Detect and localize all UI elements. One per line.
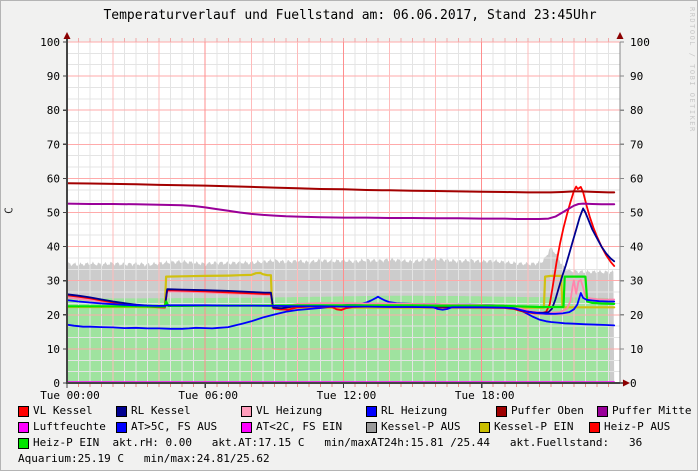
legend-label: Puffer Mitte (612, 405, 691, 417)
legend-swatch-icon (241, 406, 252, 417)
legend-swatch-icon (366, 406, 377, 417)
legend-label: Heiz-P AUS (604, 421, 670, 433)
legend-label: Luftfeuchte (33, 421, 106, 433)
legend-label: Kessel-P AUS (381, 421, 460, 433)
legend-label: Kessel-P EIN (494, 421, 573, 433)
legend-label: AT<2C, FS EIN (256, 421, 342, 433)
legend-row3-stats: Heiz-P EIN akt.rH: 0.00 akt.AT:17.15 C m… (33, 437, 642, 449)
legend-swatch-icon (116, 422, 127, 433)
legend-swatch-icon (18, 422, 29, 433)
legend-swatch-icon (597, 406, 608, 417)
legend-label: VL Kessel (33, 405, 93, 417)
legend-swatch-icon (479, 422, 490, 433)
legend-swatch-icon (18, 406, 29, 417)
legend-swatch-icon (241, 422, 252, 433)
legend-swatch-icon (18, 438, 29, 449)
legend-label: AT>5C, FS AUS (131, 421, 217, 433)
legend-swatch-icon (589, 422, 600, 433)
legend-label: Puffer Oben (511, 405, 584, 417)
rrd-graph-image: Temperaturverlauf und Fuellstand am: 06.… (0, 0, 698, 471)
legend-swatch-icon (366, 422, 377, 433)
legend-swatch-icon (496, 406, 507, 417)
legend-row4-aquarium-stats: Aquarium:25.19 C min/max:24.81/25.62 (18, 453, 270, 465)
legend-label: VL Heizung (256, 405, 322, 417)
legend-swatch-icon (116, 406, 127, 417)
legend-label: RL Heizung (381, 405, 447, 417)
legend-label: RL Kessel (131, 405, 191, 417)
legend: VL Kessel RL Kessel VL Heizung RL Heizung Pu… (1, 1, 698, 471)
